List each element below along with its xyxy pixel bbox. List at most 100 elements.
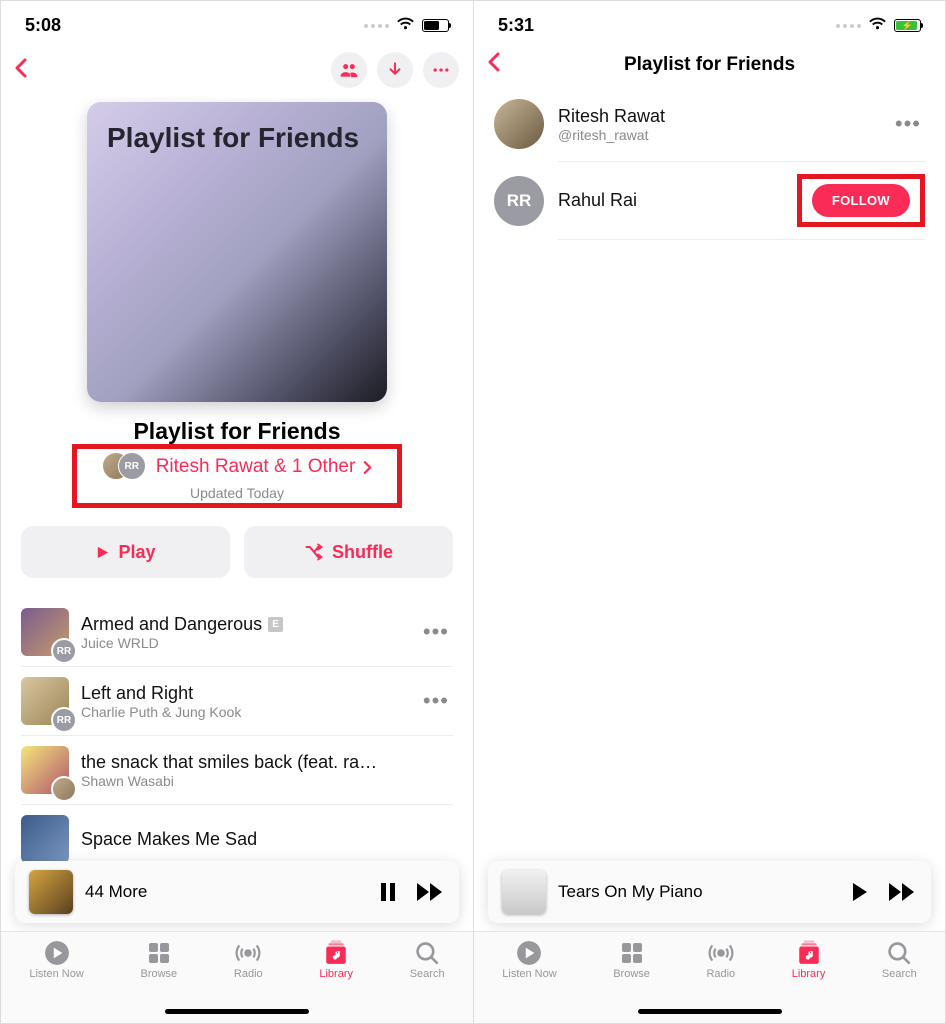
follow-button[interactable]: FOLLOW bbox=[812, 184, 910, 217]
phone-right: 5:31 ⚡ Playlist for Friends Ritesh Rawat… bbox=[473, 1, 945, 1023]
track-title: Space Makes Me Sad bbox=[81, 829, 453, 850]
next-button[interactable] bbox=[415, 883, 445, 901]
track-art bbox=[21, 746, 69, 794]
track-title: Left and Right bbox=[81, 683, 407, 704]
action-row: Play Shuffle bbox=[21, 526, 453, 578]
now-playing-art bbox=[29, 870, 73, 914]
home-indicator bbox=[638, 1009, 782, 1014]
playlist-title: Playlist for Friends bbox=[21, 418, 453, 445]
collaborators-button[interactable] bbox=[331, 52, 367, 88]
track-artist: Charlie Puth & Jung Kook bbox=[81, 704, 407, 720]
track-artist: Shawn Wasabi bbox=[81, 773, 453, 789]
play-icon bbox=[95, 545, 110, 560]
grid-icon bbox=[618, 940, 646, 966]
track-info: Space Makes Me Sad bbox=[81, 829, 453, 850]
tab-library[interactable]: Library bbox=[792, 940, 826, 1023]
person-info: Rahul Rai bbox=[558, 190, 783, 211]
radio-icon bbox=[234, 940, 262, 966]
person-handle: @ritesh_rawat bbox=[558, 127, 877, 143]
track-artist: Juice WRLD bbox=[81, 635, 407, 651]
playlist-art-title: Playlist for Friends bbox=[107, 122, 367, 154]
track-art: RR bbox=[21, 608, 69, 656]
play-button[interactable] bbox=[845, 883, 875, 901]
play-label: Play bbox=[118, 542, 155, 563]
nav-bar bbox=[1, 46, 473, 98]
person-name: Rahul Rai bbox=[558, 190, 783, 211]
person-info: Ritesh Rawat @ritesh_rawat bbox=[558, 106, 877, 143]
back-button[interactable] bbox=[488, 52, 514, 77]
library-icon bbox=[795, 940, 823, 966]
track-more-button[interactable]: ••• bbox=[419, 619, 453, 645]
divider bbox=[558, 239, 925, 240]
people-list: Ritesh Rawat @ritesh_rawat ••• RR Rahul … bbox=[494, 87, 925, 240]
contributors-row[interactable]: RR Ritesh Rawat & 1 Other bbox=[83, 452, 391, 482]
play-circle-icon bbox=[43, 940, 71, 966]
track-row[interactable]: RR Left and Right Charlie Puth & Jung Ko… bbox=[21, 667, 453, 736]
playlist-art[interactable]: Playlist for Friends bbox=[87, 102, 387, 402]
battery-charging-icon: ⚡ bbox=[894, 19, 921, 32]
battery-icon bbox=[422, 19, 449, 32]
track-art: RR bbox=[21, 677, 69, 725]
shuffle-label: Shuffle bbox=[332, 542, 393, 563]
download-button[interactable] bbox=[377, 52, 413, 88]
nav-bar: Playlist for Friends bbox=[474, 46, 945, 87]
library-icon bbox=[322, 940, 350, 966]
playlist-art-wrap: Playlist for Friends bbox=[21, 102, 453, 402]
back-button[interactable] bbox=[15, 58, 41, 83]
search-icon bbox=[885, 940, 913, 966]
status-bar: 5:31 ⚡ bbox=[474, 1, 945, 46]
shuffle-icon bbox=[304, 542, 324, 562]
track-more-button[interactable]: ••• bbox=[419, 688, 453, 714]
annotation-highlight-follow: FOLLOW bbox=[797, 174, 925, 227]
tab-search[interactable]: Search bbox=[882, 940, 917, 1023]
wifi-icon bbox=[868, 15, 887, 36]
phone-left: 5:08 Playlist for Friends Playlist for F… bbox=[1, 1, 473, 1023]
cellular-dots-icon bbox=[836, 24, 861, 28]
shuffle-button[interactable]: Shuffle bbox=[244, 526, 453, 578]
person-more-button[interactable]: ••• bbox=[891, 111, 925, 137]
play-button[interactable]: Play bbox=[21, 526, 230, 578]
grid-icon bbox=[145, 940, 173, 966]
avatar-pair: RR bbox=[102, 452, 148, 482]
play-circle-icon bbox=[515, 940, 543, 966]
wifi-icon bbox=[396, 15, 415, 36]
track-row[interactable]: RR Armed and DangerousE Juice WRLD ••• bbox=[21, 598, 453, 667]
contributors-label: Ritesh Rawat & 1 Other bbox=[156, 456, 356, 478]
tab-bar: Listen Now Browse Radio Library Search bbox=[474, 931, 945, 1023]
tab-listen-now[interactable]: Listen Now bbox=[29, 940, 83, 1023]
status-bar: 5:08 bbox=[1, 1, 473, 46]
radio-icon bbox=[707, 940, 735, 966]
track-row[interactable]: the snack that smiles back (feat. ra… Sh… bbox=[21, 736, 453, 805]
person-name: Ritesh Rawat bbox=[558, 106, 877, 127]
track-art bbox=[21, 815, 69, 863]
status-right bbox=[364, 15, 449, 36]
person-row[interactable]: Ritesh Rawat @ritesh_rawat ••• bbox=[494, 87, 925, 161]
avatar-photo bbox=[494, 99, 544, 149]
avatar-initials: RR bbox=[118, 452, 146, 480]
explicit-icon: E bbox=[268, 617, 283, 632]
tab-library[interactable]: Library bbox=[319, 940, 353, 1023]
now-playing-bar[interactable]: Tears On My Piano bbox=[488, 861, 931, 923]
avatar-initials: RR bbox=[494, 176, 544, 226]
nav-title: Playlist for Friends bbox=[514, 54, 905, 76]
search-icon bbox=[413, 940, 441, 966]
home-indicator bbox=[165, 1009, 309, 1014]
contributor-badge bbox=[51, 776, 77, 802]
annotation-highlight-contributors: RR Ritesh Rawat & 1 Other Updated Today bbox=[72, 444, 402, 508]
contributor-badge: RR bbox=[51, 638, 77, 664]
tab-listen-now[interactable]: Listen Now bbox=[502, 940, 556, 1023]
track-title: the snack that smiles back (feat. ra… bbox=[81, 752, 453, 773]
person-row[interactable]: RR Rahul Rai FOLLOW bbox=[494, 162, 925, 239]
tab-search[interactable]: Search bbox=[410, 940, 445, 1023]
status-time: 5:08 bbox=[25, 15, 61, 36]
now-playing-bar[interactable]: 44 More bbox=[15, 861, 459, 923]
more-button[interactable] bbox=[423, 52, 459, 88]
track-info: the snack that smiles back (feat. ra… Sh… bbox=[81, 752, 453, 789]
contributor-badge: RR bbox=[51, 707, 77, 733]
now-playing-art bbox=[502, 870, 546, 914]
status-time: 5:31 bbox=[498, 15, 534, 36]
track-info: Left and Right Charlie Puth & Jung Kook bbox=[81, 683, 407, 720]
track-title: Armed and DangerousE bbox=[81, 614, 407, 635]
next-button[interactable] bbox=[887, 883, 917, 901]
pause-button[interactable] bbox=[373, 883, 403, 901]
